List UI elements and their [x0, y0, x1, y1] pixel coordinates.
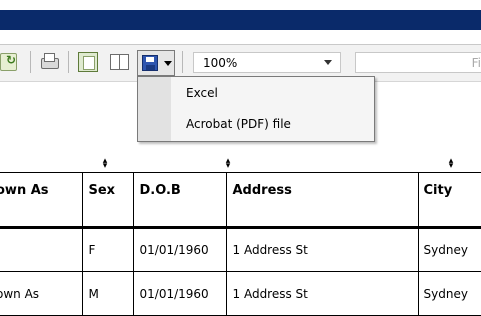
- column-header[interactable]: D.O.B: [132, 172, 227, 229]
- table-row: own As M 01/01/1960 1 Address St Sydney: [0, 271, 481, 316]
- chevron-down-icon: [164, 61, 172, 66]
- sort-arrows-address[interactable]: ▴ ▾: [223, 157, 233, 171]
- export-menu: Excel Acrobat (PDF) file: [137, 76, 375, 142]
- sort-arrows-sex[interactable]: ▴ ▾: [100, 157, 110, 171]
- print-icon[interactable]: [40, 52, 60, 72]
- report-table: own As Sex D.O.B Address City F 01/01/19…: [0, 172, 481, 316]
- save-floppy-icon: [142, 55, 158, 71]
- page-setup-icon[interactable]: [78, 52, 98, 72]
- toolbar-separator: [182, 51, 183, 73]
- column-header[interactable]: City: [417, 172, 481, 229]
- find-placeholder: Fi: [471, 56, 481, 70]
- chevron-down-icon: [324, 60, 332, 65]
- table-cell: M: [81, 271, 134, 316]
- sort-arrows-city[interactable]: ▴ ▾: [446, 157, 456, 171]
- column-header[interactable]: own As: [0, 172, 83, 229]
- zoom-select[interactable]: 100%: [193, 52, 341, 73]
- table-cell: 01/01/1960: [132, 271, 227, 316]
- table-cell: own As: [0, 271, 83, 316]
- export-save-button[interactable]: [137, 50, 175, 76]
- column-header[interactable]: Sex: [81, 172, 134, 229]
- table-cell: F: [81, 227, 134, 272]
- menu-item-pdf[interactable]: Acrobat (PDF) file: [172, 111, 374, 139]
- menu-item-label: Excel: [186, 86, 218, 100]
- table-cell: Sydney: [417, 271, 481, 316]
- column-header[interactable]: Address: [225, 172, 419, 229]
- table-cell: Sydney: [417, 227, 481, 272]
- table-cell: 01/01/1960: [132, 227, 227, 272]
- table-header-row: own As Sex D.O.B Address City: [0, 172, 481, 229]
- refresh-icon[interactable]: ↻: [0, 52, 26, 72]
- table-cell: [0, 227, 83, 272]
- menu-item-label: Acrobat (PDF) file: [186, 117, 291, 131]
- window-title-bar: [0, 0, 481, 30]
- table-row: F 01/01/1960 1 Address St Sydney: [0, 227, 481, 272]
- toolbar-separator: [68, 51, 69, 73]
- table-cell: 1 Address St: [225, 227, 419, 272]
- table-cell: 1 Address St: [225, 271, 419, 316]
- menu-icon-gutter: [138, 77, 171, 141]
- title-band: [0, 10, 481, 30]
- zoom-value: 100%: [203, 56, 238, 70]
- find-input[interactable]: Fi: [355, 52, 481, 73]
- toolbar-separator: [30, 51, 31, 73]
- menu-item-excel[interactable]: Excel: [172, 80, 374, 108]
- two-page-icon[interactable]: [110, 52, 130, 72]
